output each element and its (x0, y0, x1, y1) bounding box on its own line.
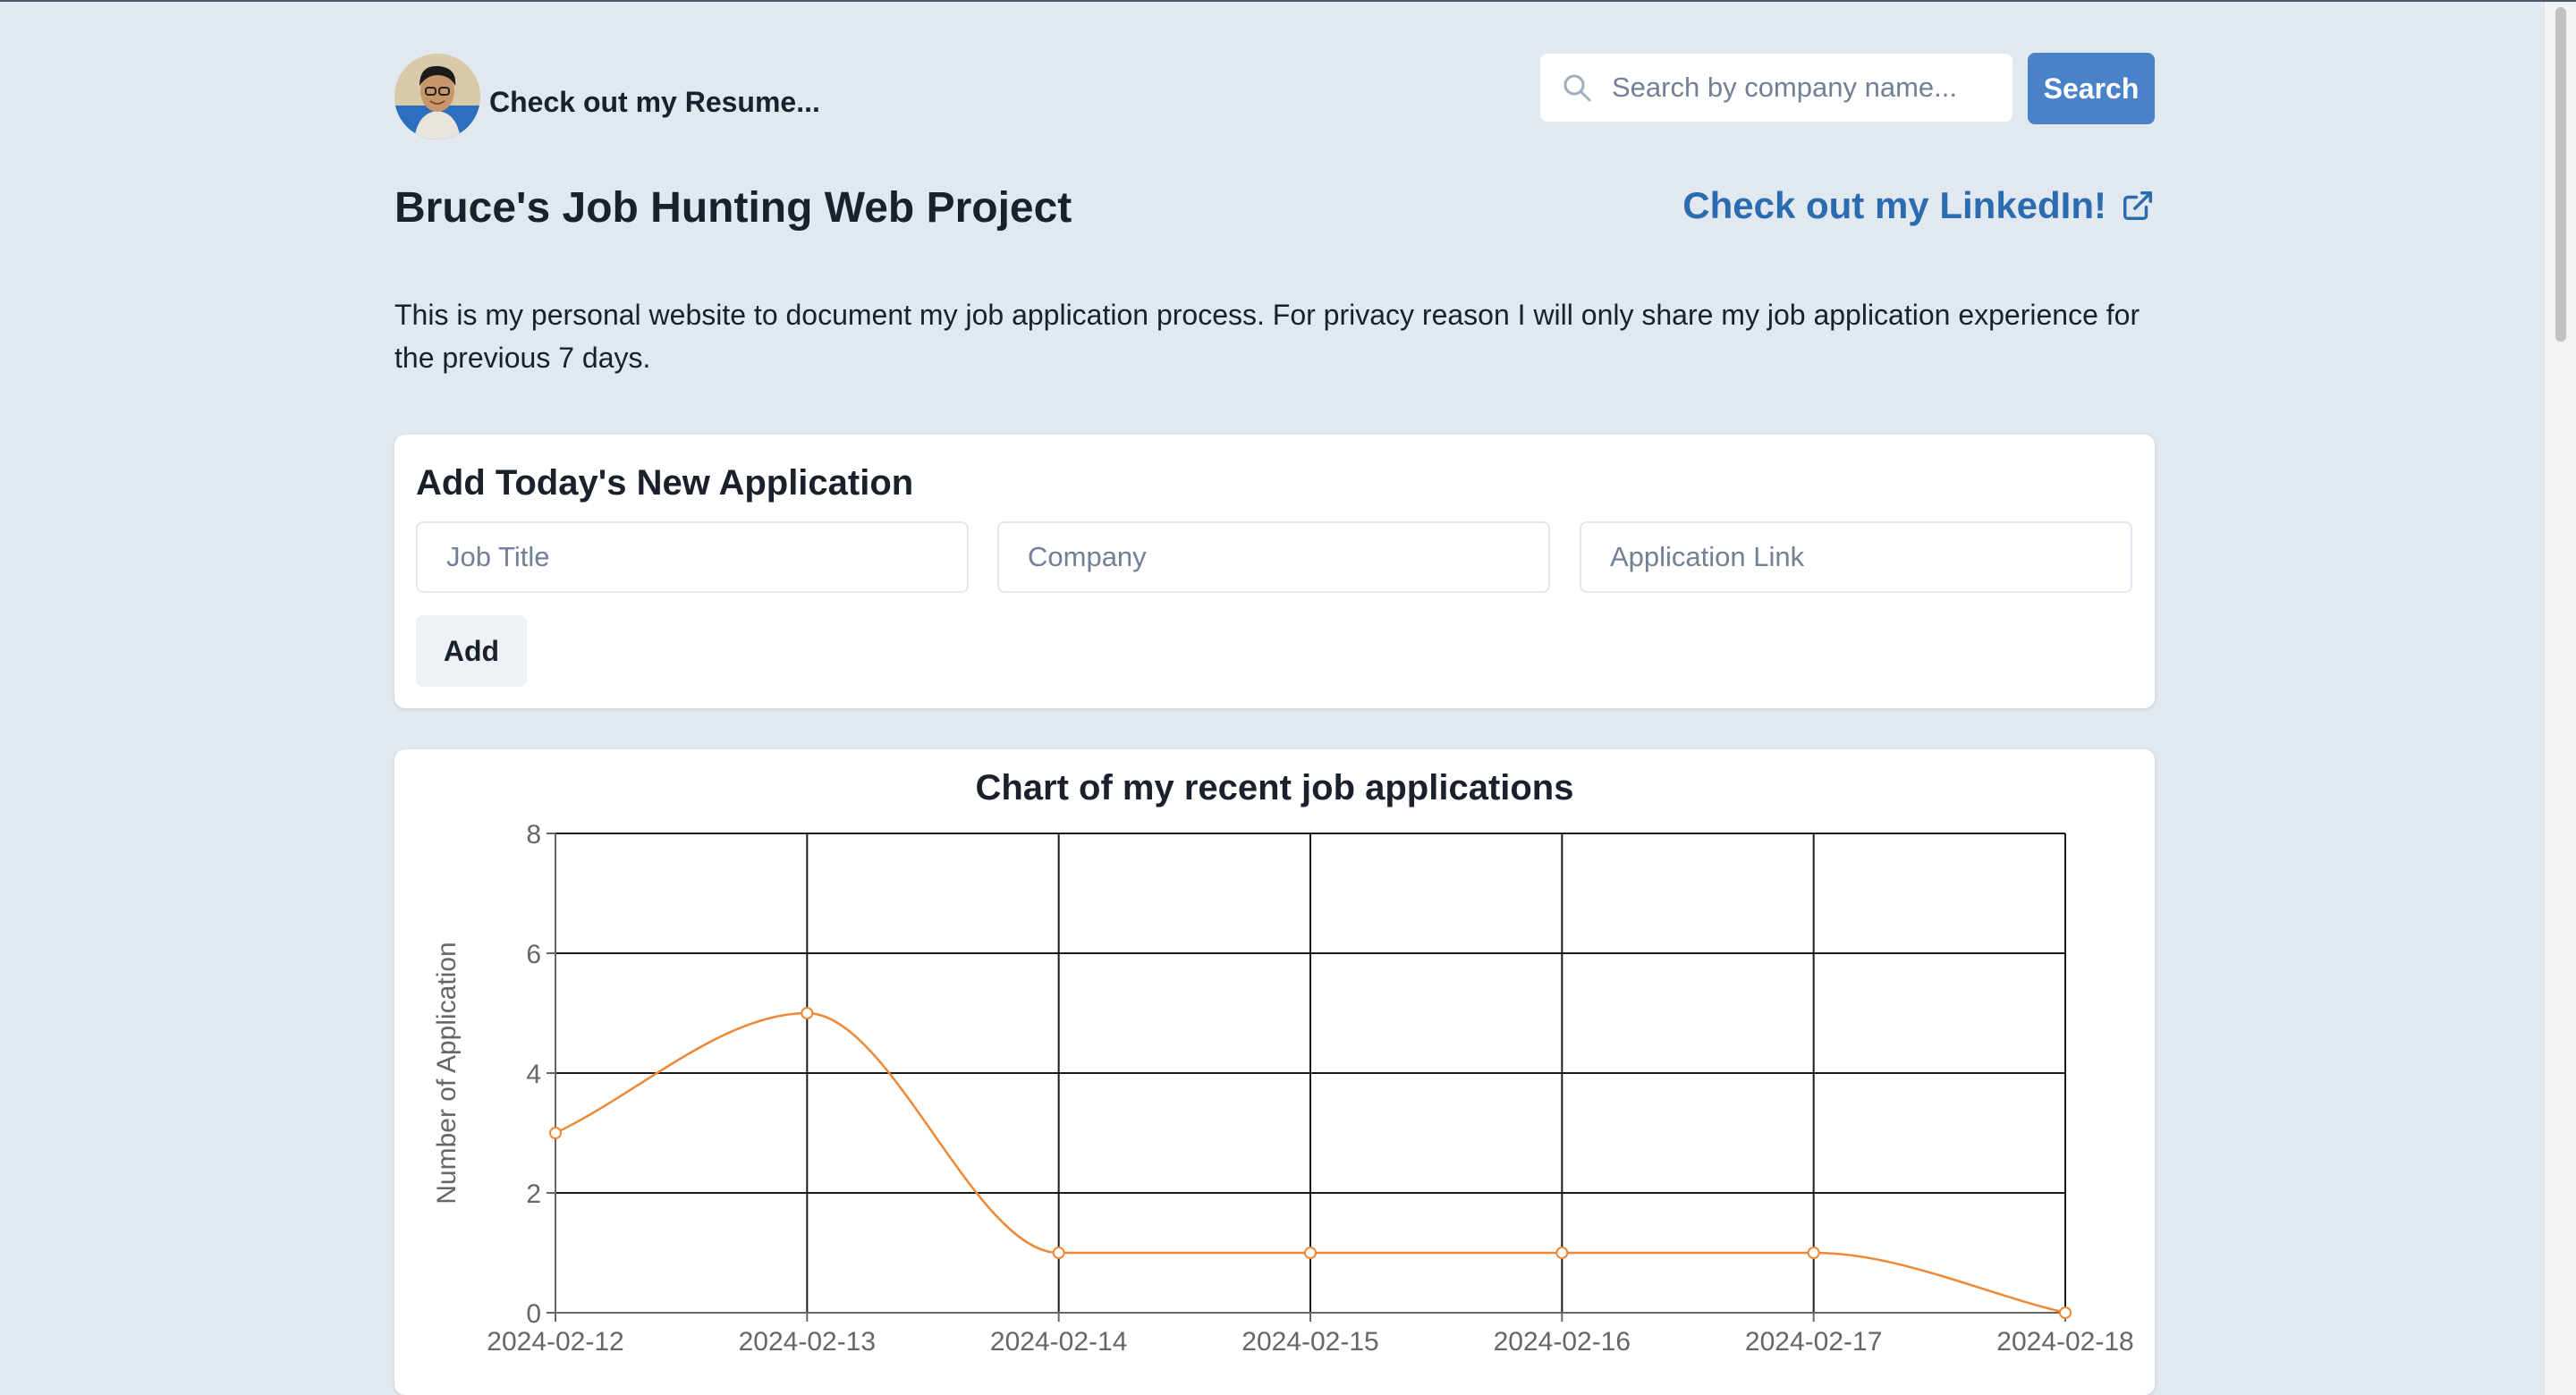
chart-y-axis-label: Number of Application (432, 942, 462, 1205)
scrollbar-thumb[interactable] (2555, 7, 2566, 342)
y-tick-label: 2 (526, 1179, 541, 1209)
data-point (801, 1007, 814, 1019)
avatar (394, 54, 480, 140)
page-container: Check out my Resume... Search Bruce's Jo… (394, 0, 2155, 1395)
y-tick-label: 8 (526, 820, 541, 850)
data-point (1052, 1247, 1065, 1259)
x-tick-label: 2024-02-15 (1241, 1327, 1378, 1357)
resume-link[interactable]: Check out my Resume... (394, 54, 820, 140)
data-point (549, 1127, 562, 1139)
x-tick-label: 2024-02-14 (990, 1327, 1127, 1357)
x-tick-label: 2024-02-16 (1494, 1327, 1631, 1357)
linkedin-link-label[interactable]: Check out my LinkedIn! (1682, 184, 2106, 227)
y-tick-label: 6 (526, 940, 541, 969)
page-scrollbar[interactable] (2544, 2, 2576, 1395)
y-tick-label: 4 (526, 1060, 541, 1089)
add-application-title: Add Today's New Application (416, 463, 914, 503)
job-title-input[interactable] (416, 521, 969, 593)
search-icon (1558, 69, 1596, 106)
search-box[interactable] (1540, 54, 2012, 122)
chart-title: Chart of my recent job applications (975, 768, 1573, 807)
add-application-card: Add Today's New Application Add (394, 435, 2155, 708)
applications-chart: Chart of my recent job applications Numb… (432, 768, 2134, 1357)
y-tick-label: 0 (526, 1299, 541, 1329)
resume-link-label[interactable]: Check out my Resume... (489, 86, 820, 119)
chart-card: Chart of my recent job applications Numb… (394, 749, 2155, 1395)
intro-text: This is my personal website to document … (394, 299, 2140, 374)
data-point (1555, 1247, 1569, 1259)
add-button[interactable]: Add (416, 615, 527, 687)
x-tick-label: 2024-02-12 (487, 1327, 623, 1357)
x-tick-label: 2024-02-18 (1996, 1327, 2133, 1357)
x-tick-label: 2024-02-13 (739, 1327, 876, 1357)
data-point (2059, 1306, 2072, 1319)
search-button[interactable]: Search (2028, 53, 2155, 124)
page-title: Bruce's Job Hunting Web Project (394, 184, 1072, 232)
search-input[interactable] (1610, 71, 1989, 105)
linkedin-link[interactable]: Check out my LinkedIn! (1682, 184, 2155, 227)
x-tick-label: 2024-02-17 (1745, 1327, 1882, 1357)
data-point (1304, 1247, 1317, 1259)
application-link-input[interactable] (1580, 521, 2132, 593)
data-point (1807, 1247, 1820, 1259)
external-link-icon (2121, 189, 2155, 223)
chart-grid (555, 833, 2066, 1314)
company-input[interactable] (997, 521, 1550, 593)
